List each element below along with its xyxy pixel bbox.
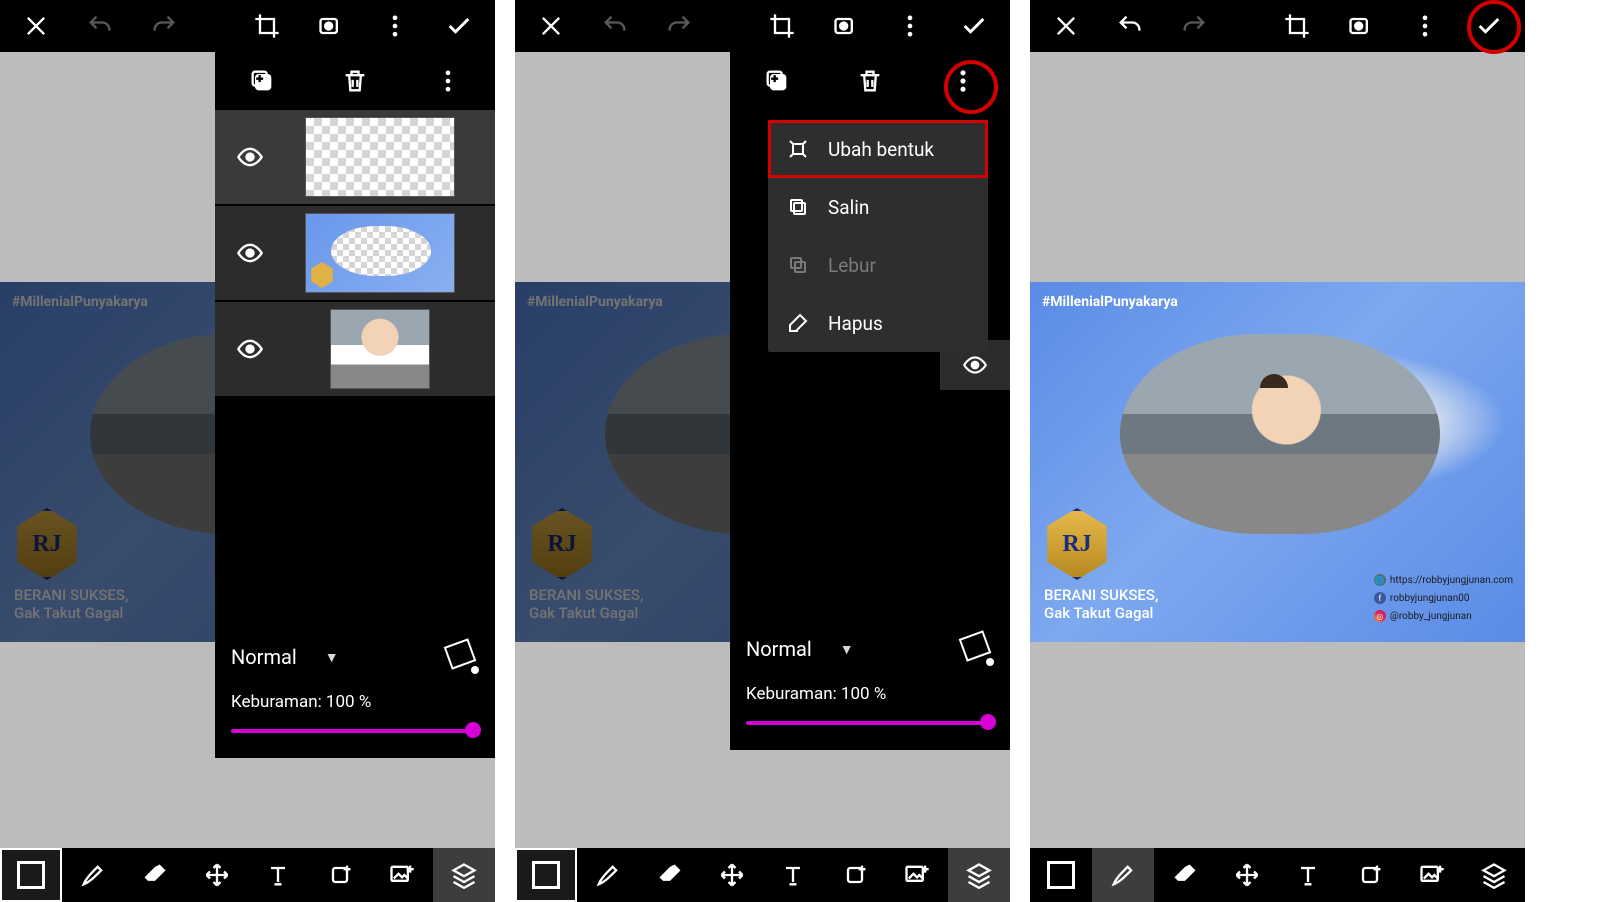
delete-layer-icon[interactable] <box>842 55 898 107</box>
layer-more-icon[interactable] <box>420 55 476 107</box>
opacity-label: Keburaman: 100 % <box>746 684 994 704</box>
bottom-toolbar <box>1030 848 1525 902</box>
bucket-fill-icon[interactable] <box>445 640 479 674</box>
brush-tool[interactable] <box>62 848 124 902</box>
shape-tool[interactable] <box>1030 848 1092 902</box>
layers-tool[interactable] <box>948 848 1010 902</box>
close-icon[interactable] <box>4 0 68 52</box>
globe-icon: 🌐 <box>1374 574 1386 586</box>
confirm-icon[interactable] <box>1457 0 1521 52</box>
layer-thumb-photo <box>330 309 430 389</box>
opacity-slider[interactable] <box>231 720 479 740</box>
eraser-tool[interactable] <box>639 848 701 902</box>
redo-icon[interactable] <box>647 0 711 52</box>
bucket-fill-icon[interactable] <box>960 632 994 666</box>
top-toolbar <box>515 0 1010 52</box>
text-tool[interactable] <box>763 848 825 902</box>
add-shape-tool[interactable] <box>309 848 371 902</box>
logo-monogram: RJ <box>1062 531 1091 558</box>
screenshot-3: #MillenialPunyakarya RJ BERANI SUKSES, G… <box>1030 0 1525 902</box>
layer-row-2[interactable] <box>215 206 495 300</box>
move-tool[interactable] <box>186 848 248 902</box>
add-shape-tool[interactable] <box>824 848 886 902</box>
record-icon[interactable] <box>814 0 878 52</box>
brush-tool[interactable] <box>577 848 639 902</box>
screenshot-2: #MillenialPunyakarya RJ BERANI SUKSES, G… <box>515 0 1010 902</box>
shape-tool[interactable] <box>0 848 62 902</box>
add-shape-tool[interactable] <box>1339 848 1401 902</box>
hashtag-text: #MillenialPunyakarya <box>1042 294 1178 310</box>
eraser-tool[interactable] <box>124 848 186 902</box>
record-icon[interactable] <box>299 0 363 52</box>
instagram-icon: ◎ <box>1374 610 1386 622</box>
text-tool[interactable] <box>248 848 310 902</box>
blend-mode-label[interactable]: Normal <box>746 637 812 661</box>
confirm-icon[interactable] <box>427 0 491 52</box>
menu-transform[interactable]: Ubah bentuk <box>768 120 988 178</box>
artwork-preview: #MillenialPunyakarya RJ BERANI SUKSES, G… <box>1030 282 1525 642</box>
bottom-toolbar <box>515 848 1010 902</box>
bottom-toolbar <box>0 848 495 902</box>
delete-layer-icon[interactable] <box>327 55 383 107</box>
close-icon[interactable] <box>519 0 583 52</box>
more-icon[interactable] <box>1393 0 1457 52</box>
redo-icon[interactable] <box>132 0 196 52</box>
layer-thumb-empty <box>305 117 455 197</box>
move-tool[interactable] <box>1216 848 1278 902</box>
tagline-2: Gak Takut Gagal <box>1044 604 1158 622</box>
layer-row-3[interactable] <box>215 302 495 396</box>
undo-icon[interactable] <box>1098 0 1162 52</box>
chevron-down-icon[interactable]: ▼ <box>840 641 854 658</box>
eraser-tool[interactable] <box>1154 848 1216 902</box>
layer-row-1[interactable] <box>215 110 495 204</box>
crop-icon[interactable] <box>235 0 299 52</box>
more-icon[interactable] <box>878 0 942 52</box>
menu-copy[interactable]: Salin <box>768 178 988 236</box>
undo-icon[interactable] <box>68 0 132 52</box>
top-toolbar <box>1030 0 1525 52</box>
canvas-area[interactable]: #MillenialPunyakarya RJ BERANI SUKSES, G… <box>1030 52 1525 848</box>
opacity-label: Keburaman: 100 % <box>231 692 479 712</box>
screenshot-1: #MillenialPunyakarya RJ BERANI SUKSES, G… <box>0 0 495 902</box>
shape-tool[interactable] <box>515 848 577 902</box>
layers-tool[interactable] <box>433 848 495 902</box>
confirm-icon[interactable] <box>942 0 1006 52</box>
add-image-tool[interactable] <box>886 848 948 902</box>
menu-merge: Lebur <box>768 236 988 294</box>
more-icon[interactable] <box>363 0 427 52</box>
visibility-icon[interactable] <box>215 239 285 267</box>
move-tool[interactable] <box>701 848 763 902</box>
brush-tool[interactable] <box>1092 848 1154 902</box>
tagline-1: BERANI SUKSES, <box>1044 586 1158 604</box>
crop-icon[interactable] <box>750 0 814 52</box>
top-toolbar <box>0 0 495 52</box>
layer-context-menu: Ubah bentuk Salin Lebur Hapus <box>768 120 988 352</box>
layers-tool[interactable] <box>1463 848 1525 902</box>
add-layer-icon[interactable] <box>234 55 290 107</box>
chevron-down-icon[interactable]: ▼ <box>325 649 339 666</box>
opacity-slider[interactable] <box>746 712 994 732</box>
menu-delete[interactable]: Hapus <box>768 294 988 352</box>
layer-more-icon[interactable] <box>935 55 991 107</box>
add-image-tool[interactable] <box>1401 848 1463 902</box>
blend-mode-label[interactable]: Normal <box>231 645 297 669</box>
add-layer-icon[interactable] <box>749 55 805 107</box>
layer-thumb-frame <box>305 213 455 293</box>
close-icon[interactable] <box>1034 0 1098 52</box>
record-icon[interactable] <box>1329 0 1393 52</box>
crop-icon[interactable] <box>1265 0 1329 52</box>
undo-icon[interactable] <box>583 0 647 52</box>
text-tool[interactable] <box>1278 848 1340 902</box>
add-image-tool[interactable] <box>371 848 433 902</box>
layers-panel: Normal ▼ Keburaman: 100 % <box>215 52 495 758</box>
visibility-icon[interactable] <box>215 335 285 363</box>
redo-icon[interactable] <box>1162 0 1226 52</box>
visibility-icon[interactable] <box>215 143 285 171</box>
facebook-icon: f <box>1374 592 1386 604</box>
